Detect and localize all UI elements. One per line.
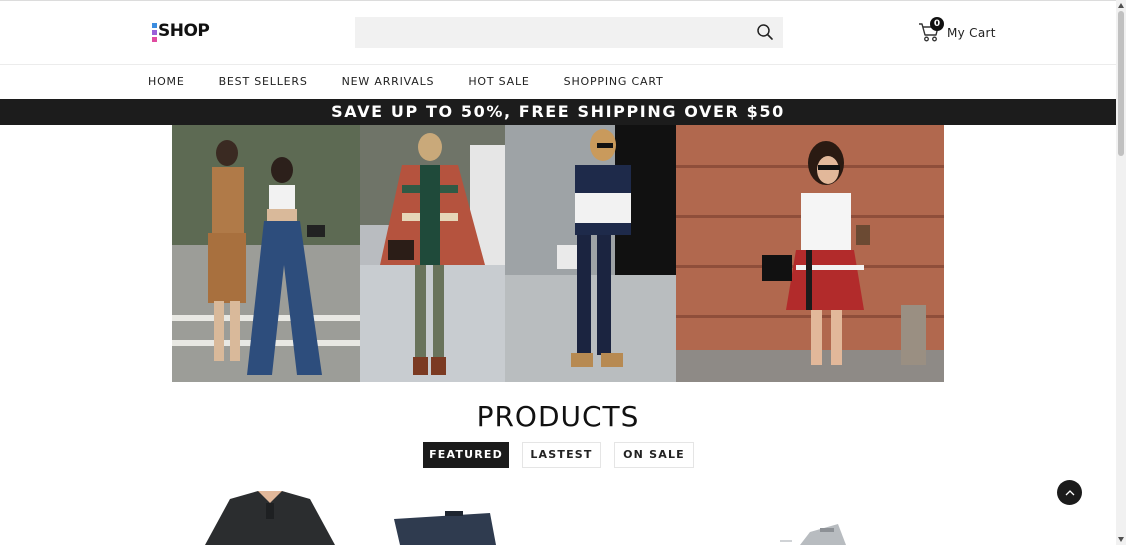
product-image-laptop-case[interactable]: [390, 509, 500, 545]
search-input[interactable]: [355, 17, 783, 48]
product-tabs: FEATURED LASTEST ON SALE: [423, 442, 707, 468]
scrollbar-thumb[interactable]: [1118, 11, 1124, 156]
logo-bar-pink: [152, 37, 157, 42]
logo-bar-blue: [152, 23, 157, 28]
products-heading: PRODUCTS: [476, 400, 640, 433]
product-image-gadget[interactable]: [780, 522, 850, 545]
hero-photo-striped-tee: [505, 125, 676, 382]
logo-bar-purple: [152, 30, 157, 35]
logo-text: SHOP: [158, 21, 210, 41]
cart-label: My Cart: [947, 26, 996, 40]
nav-new-arrivals[interactable]: NEW ARRIVALS: [342, 75, 435, 89]
search-icon[interactable]: [756, 23, 774, 41]
nav-divider: [0, 64, 1116, 65]
page-scrollbar[interactable]: [1116, 0, 1126, 545]
hero-photo-plaid-skirt: [676, 125, 944, 382]
cart-count-badge: 0: [930, 17, 944, 31]
back-to-top-button[interactable]: [1057, 480, 1082, 505]
nav-hot-sale[interactable]: HOT SALE: [468, 75, 529, 89]
page: SHOP 0 My Cart HOME BEST SELLERS NEW ARR…: [0, 0, 1116, 545]
my-cart-button[interactable]: 0 My Cart: [918, 17, 995, 43]
hero-photo-street-pair: [172, 125, 360, 382]
chevron-up-icon: [1065, 490, 1075, 496]
nav-best-sellers[interactable]: BEST SELLERS: [219, 75, 308, 89]
tab-featured[interactable]: FEATURED: [423, 442, 509, 468]
hero-banner[interactable]: [172, 125, 944, 382]
main-nav: HOME BEST SELLERS NEW ARRIVALS HOT SALE …: [148, 75, 698, 89]
tab-on-sale[interactable]: ON SALE: [614, 442, 694, 468]
promo-banner: SAVE UP TO 50%, FREE SHIPPING OVER $50: [0, 99, 1116, 125]
nav-home[interactable]: HOME: [148, 75, 185, 89]
scroll-up-arrow-icon[interactable]: [1118, 3, 1124, 8]
top-divider: [0, 0, 1116, 1]
hero-photo-plaid-scarf: [360, 125, 505, 382]
scroll-down-arrow-icon[interactable]: [1118, 537, 1124, 542]
nav-shopping-cart[interactable]: SHOPPING CART: [564, 75, 664, 89]
shop-logo[interactable]: SHOP: [152, 21, 210, 44]
tab-lastest[interactable]: LASTEST: [522, 442, 601, 468]
product-image-polo-shirt[interactable]: [200, 489, 340, 545]
